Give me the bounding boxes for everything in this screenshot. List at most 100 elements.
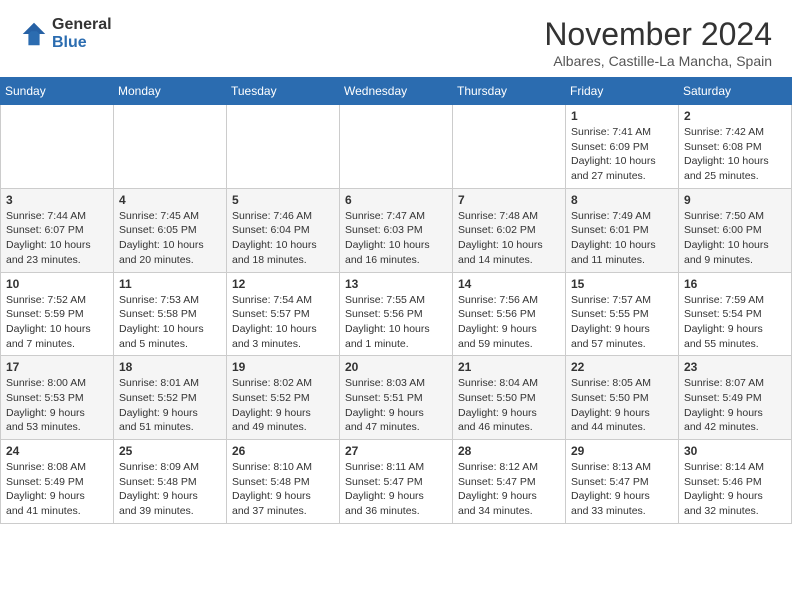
week-row-4: 17 Sunrise: 8:00 AM Sunset: 5:53 PM Dayli… xyxy=(1,356,792,440)
day-number: 11 xyxy=(119,277,221,291)
day-info: Sunrise: 7:54 AM Sunset: 5:57 PM Dayligh… xyxy=(232,293,334,352)
calendar-cell: 29 Sunrise: 8:13 AM Sunset: 5:47 PM Dayli… xyxy=(566,440,679,524)
calendar-cell: 10Sunrise: 7:52 AM Sunset: 5:59 PM Dayli… xyxy=(1,272,114,356)
calendar-cell: 11 Sunrise: 7:53 AM Sunset: 5:58 PM Dayli… xyxy=(114,272,227,356)
calendar-cell xyxy=(227,105,340,189)
day-info: Sunrise: 8:04 AM Sunset: 5:50 PM Dayligh… xyxy=(458,376,560,435)
day-info: Sunrise: 8:12 AM Sunset: 5:47 PM Dayligh… xyxy=(458,460,560,519)
col-header-sunday: Sunday xyxy=(1,78,114,105)
day-number: 26 xyxy=(232,444,334,458)
day-info: Sunrise: 7:41 AM Sunset: 6:09 PM Dayligh… xyxy=(571,125,673,184)
day-number: 12 xyxy=(232,277,334,291)
day-number: 7 xyxy=(458,193,560,207)
day-number: 6 xyxy=(345,193,447,207)
day-info: Sunrise: 7:46 AM Sunset: 6:04 PM Dayligh… xyxy=(232,209,334,268)
day-info: Sunrise: 7:45 AM Sunset: 6:05 PM Dayligh… xyxy=(119,209,221,268)
day-number: 20 xyxy=(345,360,447,374)
calendar-cell: 14Sunrise: 7:56 AM Sunset: 5:56 PM Dayli… xyxy=(453,272,566,356)
day-number: 17 xyxy=(6,360,108,374)
calendar-cell: 13 Sunrise: 7:55 AM Sunset: 5:56 PM Dayli… xyxy=(340,272,453,356)
month-title: November 2024 xyxy=(544,16,772,53)
calendar-cell: 7 Sunrise: 7:48 AM Sunset: 6:02 PM Daylig… xyxy=(453,188,566,272)
day-info: Sunrise: 7:48 AM Sunset: 6:02 PM Dayligh… xyxy=(458,209,560,268)
calendar-cell: 1 Sunrise: 7:41 AM Sunset: 6:09 PM Daylig… xyxy=(566,105,679,189)
week-row-2: 3Sunrise: 7:44 AM Sunset: 6:07 PM Daylig… xyxy=(1,188,792,272)
day-info: Sunrise: 7:52 AM Sunset: 5:59 PM Dayligh… xyxy=(6,293,108,352)
day-number: 18 xyxy=(119,360,221,374)
day-info: Sunrise: 7:59 AM Sunset: 5:54 PM Dayligh… xyxy=(684,293,786,352)
calendar-cell xyxy=(114,105,227,189)
calendar-cell: 12 Sunrise: 7:54 AM Sunset: 5:57 PM Dayli… xyxy=(227,272,340,356)
day-info: Sunrise: 8:13 AM Sunset: 5:47 PM Dayligh… xyxy=(571,460,673,519)
day-info: Sunrise: 8:02 AM Sunset: 5:52 PM Dayligh… xyxy=(232,376,334,435)
calendar-cell: 5 Sunrise: 7:46 AM Sunset: 6:04 PM Daylig… xyxy=(227,188,340,272)
day-info: Sunrise: 7:56 AM Sunset: 5:56 PM Dayligh… xyxy=(458,293,560,352)
day-number: 9 xyxy=(684,193,786,207)
day-number: 4 xyxy=(119,193,221,207)
day-number: 1 xyxy=(571,109,673,123)
day-info: Sunrise: 8:07 AM Sunset: 5:49 PM Dayligh… xyxy=(684,376,786,435)
day-info: Sunrise: 8:10 AM Sunset: 5:48 PM Dayligh… xyxy=(232,460,334,519)
day-info: Sunrise: 8:08 AM Sunset: 5:49 PM Dayligh… xyxy=(6,460,108,519)
header: General Blue November 2024 Albares, Cast… xyxy=(0,0,792,77)
week-row-1: 1 Sunrise: 7:41 AM Sunset: 6:09 PM Daylig… xyxy=(1,105,792,189)
calendar-cell: 3Sunrise: 7:44 AM Sunset: 6:07 PM Daylig… xyxy=(1,188,114,272)
calendar-cell: 9 Sunrise: 7:50 AM Sunset: 6:00 PM Daylig… xyxy=(679,188,792,272)
day-number: 29 xyxy=(571,444,673,458)
logo-icon xyxy=(20,20,48,48)
day-info: Sunrise: 8:01 AM Sunset: 5:52 PM Dayligh… xyxy=(119,376,221,435)
day-number: 5 xyxy=(232,193,334,207)
day-number: 21 xyxy=(458,360,560,374)
day-number: 23 xyxy=(684,360,786,374)
calendar-cell: 19 Sunrise: 8:02 AM Sunset: 5:52 PM Dayli… xyxy=(227,356,340,440)
logo-blue: Blue xyxy=(52,34,112,52)
col-header-monday: Monday xyxy=(114,78,227,105)
day-number: 30 xyxy=(684,444,786,458)
calendar-cell: 6Sunrise: 7:47 AM Sunset: 6:03 PM Daylig… xyxy=(340,188,453,272)
day-info: Sunrise: 8:11 AM Sunset: 5:47 PM Dayligh… xyxy=(345,460,447,519)
col-header-wednesday: Wednesday xyxy=(340,78,453,105)
day-number: 28 xyxy=(458,444,560,458)
location: Albares, Castille-La Mancha, Spain xyxy=(544,53,772,69)
day-info: Sunrise: 7:49 AM Sunset: 6:01 PM Dayligh… xyxy=(571,209,673,268)
day-info: Sunrise: 7:50 AM Sunset: 6:00 PM Dayligh… xyxy=(684,209,786,268)
calendar-cell: 28 Sunrise: 8:12 AM Sunset: 5:47 PM Dayli… xyxy=(453,440,566,524)
day-info: Sunrise: 8:14 AM Sunset: 5:46 PM Dayligh… xyxy=(684,460,786,519)
calendar-cell: 25Sunrise: 8:09 AM Sunset: 5:48 PM Dayli… xyxy=(114,440,227,524)
calendar-cell: 27 Sunrise: 8:11 AM Sunset: 5:47 PM Dayli… xyxy=(340,440,453,524)
logo: General Blue xyxy=(20,16,112,51)
calendar-cell xyxy=(1,105,114,189)
day-number: 27 xyxy=(345,444,447,458)
title-block: November 2024 Albares, Castille-La Manch… xyxy=(544,16,772,69)
calendar-cell: 8Sunrise: 7:49 AM Sunset: 6:01 PM Daylig… xyxy=(566,188,679,272)
day-number: 16 xyxy=(684,277,786,291)
calendar-cell: 16 Sunrise: 7:59 AM Sunset: 5:54 PM Dayli… xyxy=(679,272,792,356)
calendar-cell: 2 Sunrise: 7:42 AM Sunset: 6:08 PM Daylig… xyxy=(679,105,792,189)
day-number: 19 xyxy=(232,360,334,374)
day-info: Sunrise: 7:55 AM Sunset: 5:56 PM Dayligh… xyxy=(345,293,447,352)
week-row-5: 24Sunrise: 8:08 AM Sunset: 5:49 PM Dayli… xyxy=(1,440,792,524)
day-info: Sunrise: 7:44 AM Sunset: 6:07 PM Dayligh… xyxy=(6,209,108,268)
day-info: Sunrise: 8:03 AM Sunset: 5:51 PM Dayligh… xyxy=(345,376,447,435)
day-info: Sunrise: 7:53 AM Sunset: 5:58 PM Dayligh… xyxy=(119,293,221,352)
calendar-table: SundayMondayTuesdayWednesdayThursdayFrid… xyxy=(0,77,792,524)
day-number: 2 xyxy=(684,109,786,123)
col-header-friday: Friday xyxy=(566,78,679,105)
calendar-cell xyxy=(340,105,453,189)
day-info: Sunrise: 8:05 AM Sunset: 5:50 PM Dayligh… xyxy=(571,376,673,435)
col-header-saturday: Saturday xyxy=(679,78,792,105)
calendar-cell: 4 Sunrise: 7:45 AM Sunset: 6:05 PM Daylig… xyxy=(114,188,227,272)
calendar-cell: 15 Sunrise: 7:57 AM Sunset: 5:55 PM Dayli… xyxy=(566,272,679,356)
day-info: Sunrise: 7:57 AM Sunset: 5:55 PM Dayligh… xyxy=(571,293,673,352)
week-row-3: 10Sunrise: 7:52 AM Sunset: 5:59 PM Dayli… xyxy=(1,272,792,356)
calendar-cell xyxy=(453,105,566,189)
day-number: 22 xyxy=(571,360,673,374)
calendar-cell: 20 Sunrise: 8:03 AM Sunset: 5:51 PM Dayli… xyxy=(340,356,453,440)
day-number: 15 xyxy=(571,277,673,291)
logo-general: General xyxy=(52,16,112,34)
header-row: SundayMondayTuesdayWednesdayThursdayFrid… xyxy=(1,78,792,105)
day-number: 13 xyxy=(345,277,447,291)
day-info: Sunrise: 7:42 AM Sunset: 6:08 PM Dayligh… xyxy=(684,125,786,184)
day-info: Sunrise: 8:00 AM Sunset: 5:53 PM Dayligh… xyxy=(6,376,108,435)
calendar-cell: 21 Sunrise: 8:04 AM Sunset: 5:50 PM Dayli… xyxy=(453,356,566,440)
